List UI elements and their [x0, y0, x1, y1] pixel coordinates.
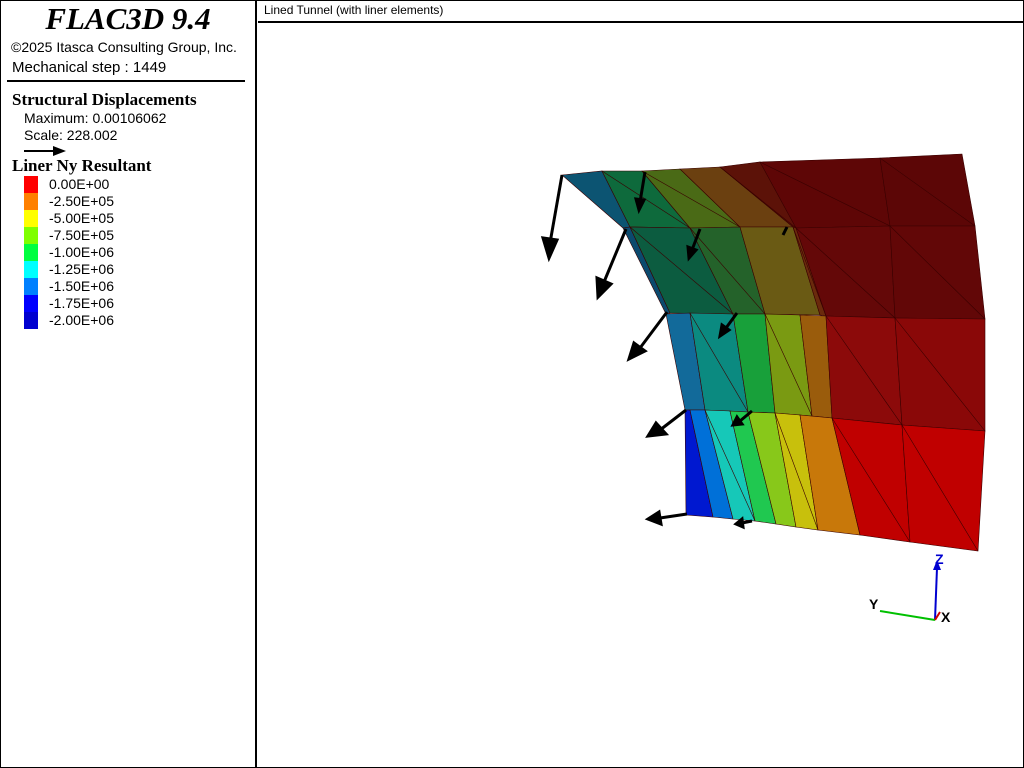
ny-legend-label: -2.00E+06 [49, 312, 114, 328]
displacement-maximum: Maximum: 0.00106062 [24, 110, 167, 126]
ny-color-swatch [24, 210, 38, 227]
copyright-text: ©2025 Itasca Consulting Group, Inc. [11, 39, 237, 55]
displacement-scale: Scale: 228.002 [24, 127, 118, 143]
ny-color-swatch [24, 312, 38, 329]
legend-divider [7, 80, 245, 82]
ny-color-swatch [24, 261, 38, 278]
ny-legend-label: -7.50E+05 [49, 227, 114, 243]
ny-color-swatch [24, 176, 38, 193]
ny-legend-label: 0.00E+00 [49, 176, 110, 192]
ny-legend-label: -1.75E+06 [49, 295, 114, 311]
mechanical-step: Mechanical step : 1449 [12, 59, 167, 76]
model-viewport[interactable]: Z Y X [258, 23, 1023, 766]
ny-legend-label: -1.50E+06 [49, 278, 114, 294]
ny-color-swatch [24, 244, 38, 261]
plot-header: Lined Tunnel (with liner elements) [258, 1, 1023, 23]
ny-color-swatch [24, 193, 38, 210]
axis-y-label: Y [869, 596, 879, 612]
ny-legend-label: -2.50E+05 [49, 193, 114, 209]
ny-legend-title: Liner Ny Resultant [12, 156, 152, 175]
ny-color-swatch [24, 295, 38, 312]
liner-model-view[interactable]: Z Y X [258, 23, 1023, 766]
liner-mesh [561, 153, 986, 552]
plot-title: Lined Tunnel (with liner elements) [264, 3, 444, 17]
app-title: FLAC3D 9.4 [45, 1, 211, 36]
legend-panel: FLAC3D 9.4 ©2025 Itasca Consulting Group… [1, 1, 257, 767]
axis-z-label: Z [935, 551, 944, 567]
ny-legend-label: -1.00E+06 [49, 244, 114, 260]
ny-legend-label: -5.00E+05 [49, 210, 114, 226]
ny-color-swatch [24, 227, 38, 244]
displacement-legend-title: Structural Displacements [12, 90, 197, 109]
axis-triad: Z Y X [869, 551, 951, 625]
axis-x-label: X [941, 609, 951, 625]
ny-legend-label: -1.25E+06 [49, 261, 114, 277]
ny-color-swatch [24, 278, 38, 295]
